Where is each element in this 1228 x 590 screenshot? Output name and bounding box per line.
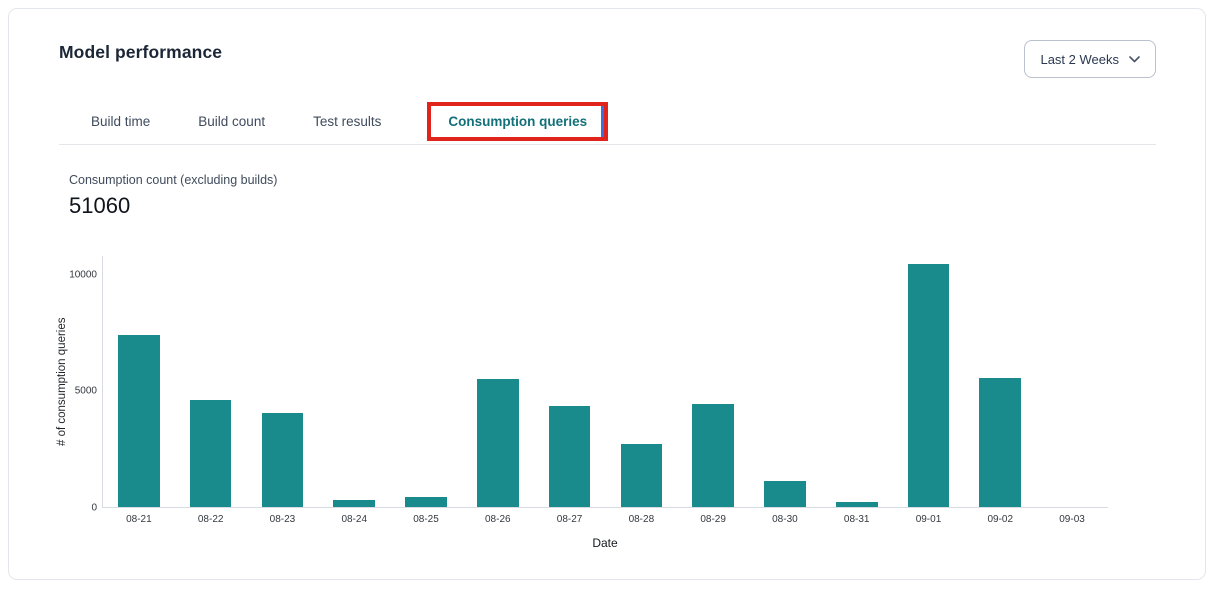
bar-slot: 08-30 xyxy=(749,256,821,507)
bar-slot: 08-21 xyxy=(103,256,175,507)
plot-area: 08-2108-2208-2308-2408-2508-2608-2708-28… xyxy=(102,256,1108,508)
bar-slot: 08-27 xyxy=(534,256,606,507)
bar-08-27[interactable] xyxy=(549,406,591,507)
bar-slot: 08-24 xyxy=(318,256,390,507)
metric-label: Consumption count (excluding builds) xyxy=(69,173,277,187)
y-tick-label: 5000 xyxy=(75,386,97,397)
tab-build-count[interactable]: Build count xyxy=(196,102,267,141)
bar-08-22[interactable] xyxy=(190,400,232,507)
bar-slot: 08-31 xyxy=(821,256,893,507)
bar-09-01[interactable] xyxy=(908,264,950,507)
model-performance-card: Model performance Last 2 Weeks Build tim… xyxy=(8,8,1206,580)
tab-build-time[interactable]: Build time xyxy=(89,102,152,141)
metric-value: 51060 xyxy=(69,193,130,219)
x-axis-title: Date xyxy=(102,536,1108,550)
bar-08-25[interactable] xyxy=(405,497,447,507)
tab-bar: Build time Build count Test results Consump… xyxy=(59,99,1156,145)
bar-08-31[interactable] xyxy=(836,502,878,507)
bar-08-28[interactable] xyxy=(621,444,663,507)
bar-08-24[interactable] xyxy=(333,500,375,507)
bar-slot: 08-25 xyxy=(390,256,462,507)
bar-08-21[interactable] xyxy=(118,335,160,507)
y-tick-label: 10000 xyxy=(69,269,97,280)
x-tick-label: 09-03 xyxy=(1028,514,1116,525)
bar-slot: 08-26 xyxy=(462,256,534,507)
date-range-dropdown[interactable]: Last 2 Weeks xyxy=(1024,40,1156,78)
bar-slot: 09-02 xyxy=(964,256,1036,507)
bar-slot: 08-28 xyxy=(605,256,677,507)
bar-slot: 08-29 xyxy=(677,256,749,507)
y-tick-label: 0 xyxy=(91,503,97,514)
page-title: Model performance xyxy=(59,42,222,63)
bar-08-26[interactable] xyxy=(477,379,519,507)
bar-08-30[interactable] xyxy=(764,481,806,507)
bar-08-23[interactable] xyxy=(262,413,304,507)
bar-slot: 08-22 xyxy=(175,256,247,507)
bar-slot: 09-01 xyxy=(893,256,965,507)
y-axis: 0500010000 xyxy=(49,256,101,508)
bar-slot: 09-03 xyxy=(1036,256,1108,507)
bar-08-29[interactable] xyxy=(692,404,734,507)
date-range-label: Last 2 Weeks xyxy=(1040,52,1119,67)
chevron-down-icon xyxy=(1129,56,1140,63)
bar-09-02[interactable] xyxy=(979,378,1021,507)
tab-consumption-queries[interactable]: Consumption queries xyxy=(427,102,608,141)
bar-slot: 08-23 xyxy=(247,256,319,507)
tab-test-results[interactable]: Test results xyxy=(311,102,383,141)
